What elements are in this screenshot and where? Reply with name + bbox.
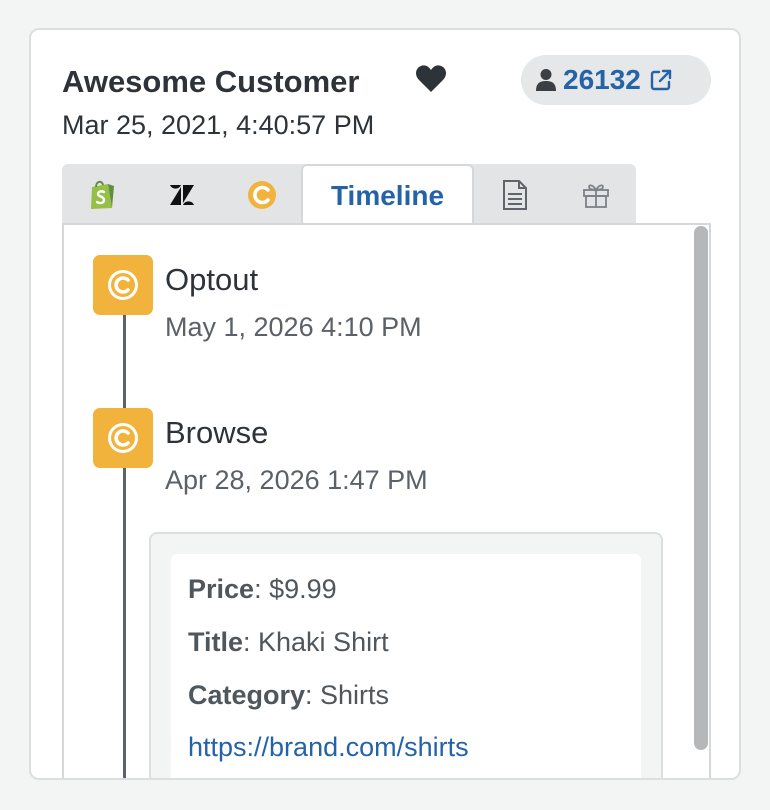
detail-price-value: : $9.99 <box>254 574 337 604</box>
tab-gifts[interactable] <box>556 164 636 225</box>
detail-url-link[interactable]: https://brand.com/shirts <box>188 732 469 763</box>
event-date: Apr 28, 2026 1:47 PM <box>165 465 428 495</box>
heart-icon[interactable] <box>415 64 447 94</box>
customer-name: Awesome Customer <box>62 64 360 99</box>
user-icon <box>536 69 556 91</box>
tab-zendesk[interactable] <box>142 164 222 225</box>
community-icon <box>108 270 138 300</box>
customer-id-link[interactable]: 26132 <box>521 55 711 105</box>
customer-card: Awesome Customer Mar 25, 2021, 4:40:57 P… <box>29 28 741 780</box>
shopify-icon <box>91 180 114 209</box>
tab-community[interactable] <box>222 164 302 225</box>
external-link-icon <box>650 69 672 91</box>
tab-documents[interactable] <box>474 164 556 225</box>
detail-category-value: : Shirts <box>305 680 390 710</box>
timeline-badge-browse <box>93 408 153 468</box>
event-title: Browse <box>165 415 269 450</box>
timeline-line <box>123 310 126 778</box>
zendesk-icon <box>170 184 194 205</box>
detail-title: Title: Khaki Shirt <box>188 627 389 658</box>
detail-title-label: Title <box>188 627 244 657</box>
document-icon <box>503 179 527 210</box>
community-icon <box>248 180 276 209</box>
community-icon <box>108 423 138 453</box>
detail-category: Category: Shirts <box>188 680 389 711</box>
tab-timeline-label: Timeline <box>330 180 445 211</box>
detail-price: Price: $9.99 <box>188 574 337 605</box>
tab-shopify[interactable] <box>62 164 142 225</box>
tab-bar: Timeline <box>62 164 636 226</box>
detail-category-label: Category <box>188 680 306 710</box>
customer-id: 26132 <box>563 64 641 95</box>
timeline-badge-optout <box>93 255 153 315</box>
detail-price-label: Price <box>188 574 255 604</box>
scrollbar-thumb[interactable] <box>694 226 708 750</box>
event-title: Optout <box>165 262 259 297</box>
gift-icon <box>583 183 609 208</box>
event-date: May 1, 2026 4:10 PM <box>165 312 422 342</box>
detail-title-value: : Khaki Shirt <box>243 627 389 657</box>
tab-timeline[interactable]: Timeline <box>301 164 474 226</box>
customer-date: Mar 25, 2021, 4:40:57 PM <box>62 110 375 140</box>
